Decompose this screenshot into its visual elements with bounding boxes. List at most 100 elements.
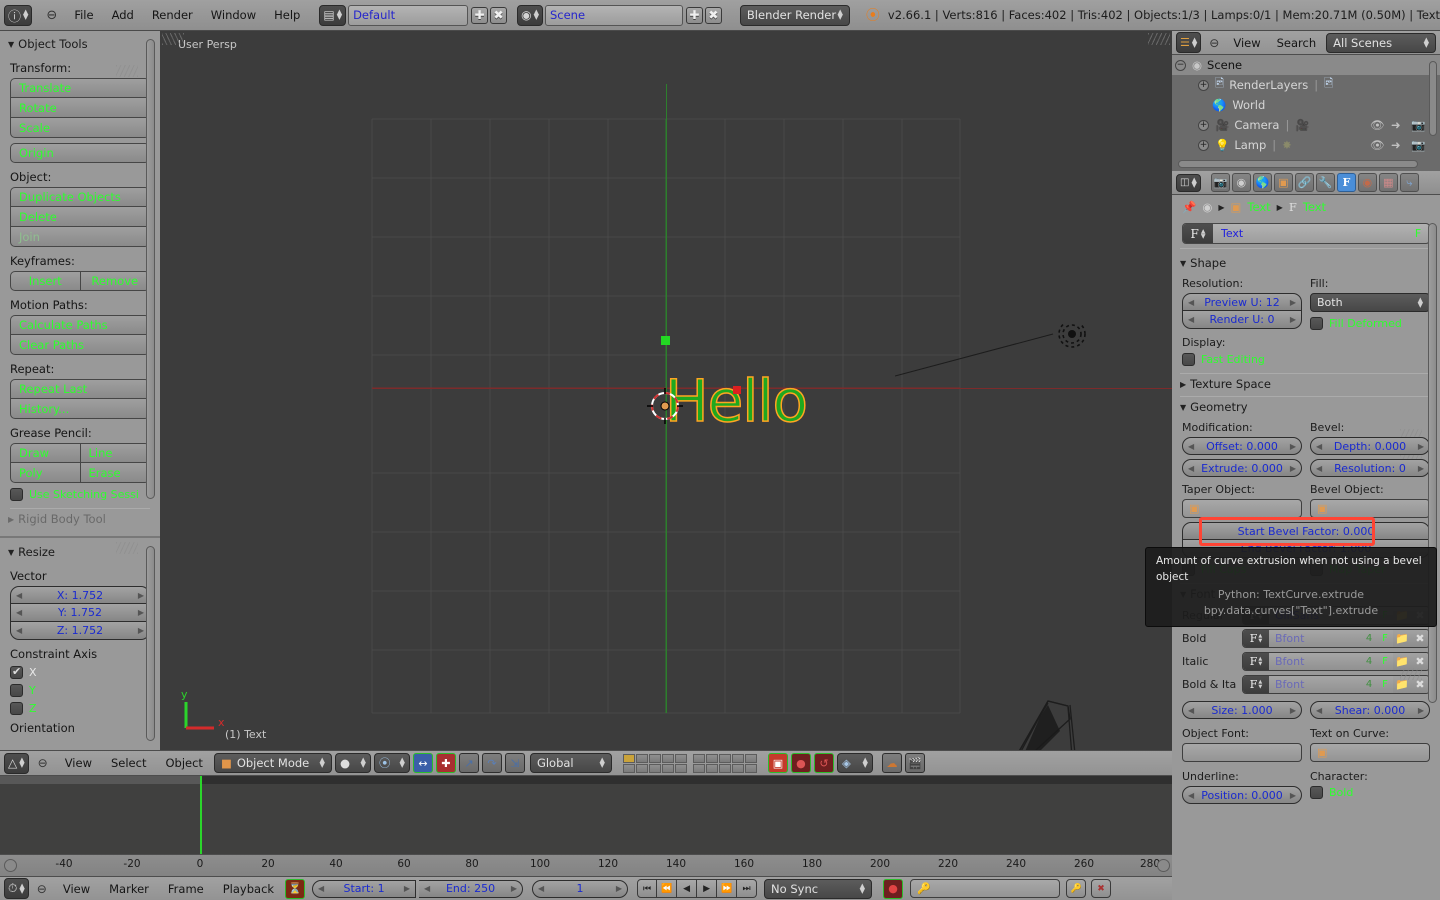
chevron-left-icon[interactable]: ◀ <box>1188 464 1194 473</box>
outliner-row-scene[interactable]: − ◉ Scene <box>1172 55 1440 75</box>
timeline-scroll-handle-left[interactable] <box>4 859 17 872</box>
font-fake-user-button[interactable]: F <box>1377 630 1393 647</box>
chevron-left-icon[interactable]: ◀ <box>16 626 22 635</box>
font-users-count[interactable]: 4 <box>1361 653 1377 670</box>
viewport-shading-selector[interactable]: ● ▲ ▼ <box>334 753 371 773</box>
rigid-body-tools-panel-header[interactable]: ▶ Rigid Body Tool <box>0 509 160 529</box>
resize-y-field[interactable]: ◀ Y: 1.752 ▶ <box>10 604 150 622</box>
timeline-horizontal-scroll-thumb[interactable] <box>0 776 202 784</box>
render-opengl-animation-button[interactable]: 🎬 <box>904 753 925 773</box>
chevron-right-icon[interactable]: ▶ <box>1290 315 1296 324</box>
layer-cell[interactable] <box>705 763 718 773</box>
layer-cell[interactable] <box>648 763 661 773</box>
timeline-menu-frame[interactable]: Frame <box>160 882 212 896</box>
restrict-view-icon[interactable]: 👁 <box>1370 118 1385 132</box>
viewport-corner-grip-right[interactable] <box>1148 33 1170 45</box>
scene-layers[interactable] <box>622 753 757 773</box>
snap-element-selector[interactable]: ◈ ▲ ▼ <box>836 753 873 773</box>
properties-scrollbar[interactable] <box>1428 223 1437 703</box>
viewport-menu-select[interactable]: Select <box>103 756 154 770</box>
datablock-type-icon[interactable]: F ▲ ▼ <box>1183 224 1213 243</box>
delete-keyframe-button[interactable]: ✖ <box>1091 879 1112 898</box>
menu-file[interactable]: File <box>65 0 102 31</box>
layer-cell[interactable] <box>744 753 757 763</box>
object-font-field[interactable] <box>1182 743 1302 762</box>
offset-field[interactable]: ◀ Offset: 0.000 ▶ <box>1182 437 1302 455</box>
lamp-data-icon[interactable]: ✸ <box>1282 138 1292 152</box>
duplicate-objects-button[interactable]: Duplicate Objects <box>10 187 150 207</box>
chevron-right-icon[interactable]: ▶ <box>1290 791 1296 800</box>
render-engine-selector[interactable]: Blender Render ▲ ▼ <box>739 4 850 26</box>
lock-to-scene-button[interactable]: ▣ <box>767 753 788 773</box>
insert-keyframe-button[interactable]: Insert <box>10 271 81 291</box>
layer-cell[interactable] <box>635 753 648 763</box>
outliner-editor[interactable]: ☰ ▲ ▼ ⊖ View Search All Scenes ▲ ▼ − ◉ Sce… <box>1172 31 1440 171</box>
previous-keyframe-button[interactable]: ⏪ <box>657 879 678 898</box>
chevron-left-icon[interactable]: ◀ <box>1188 791 1194 800</box>
resize-panel-scrollbar[interactable] <box>146 546 155 741</box>
use-preview-range-button[interactable]: ⏳ <box>285 878 306 899</box>
panel-resize-grip[interactable] <box>116 542 138 554</box>
scale-button[interactable]: Scale <box>10 118 150 138</box>
timeline-ruler[interactable]: -40 -20 0 20 40 60 80 100 120 140 160 18… <box>0 854 1172 876</box>
repeat-last-button[interactable]: Repeat Last <box>10 379 150 399</box>
text-on-curve-field[interactable]: ▣ <box>1310 743 1430 762</box>
constraint-axis-z-checkbox[interactable] <box>10 702 23 715</box>
tab-world[interactable]: 🌎 <box>1252 173 1272 192</box>
record-button[interactable]: ● <box>790 753 811 773</box>
collapse-icon[interactable]: − <box>1175 59 1186 71</box>
texture-space-panel-header[interactable]: ▶ Texture Space <box>1172 374 1440 394</box>
lamp-object[interactable] <box>895 324 1095 384</box>
end-frame-field[interactable]: ◀ End: 250 ▶ <box>419 879 524 898</box>
fill-deformed-checkbox[interactable] <box>1310 317 1323 330</box>
layer-cell[interactable] <box>692 753 705 763</box>
chevron-right-icon[interactable]: ▶ <box>1290 464 1296 473</box>
proportional-edit-button[interactable]: ↺ <box>813 753 834 773</box>
viewport-corner-grip[interactable] <box>162 33 184 45</box>
outliner-horizontal-scrollbar[interactable] <box>1178 160 1418 168</box>
layer-group-bottom[interactable] <box>692 753 757 773</box>
bevel-object-field[interactable]: ▣ <box>1310 499 1430 518</box>
remove-keyframe-button[interactable]: Remove <box>80 271 150 291</box>
chevron-left-icon[interactable]: ◀ <box>1316 442 1322 451</box>
object-tools-panel-header[interactable]: ▼ Object Tools <box>0 34 160 54</box>
restrict-render-icon[interactable]: 📷 <box>1411 138 1425 152</box>
origin-button[interactable]: Origin <box>10 143 150 163</box>
render-opengl-button[interactable]: ☁ <box>881 753 902 773</box>
panel-resize-grip[interactable] <box>116 65 138 77</box>
tab-object-data[interactable]: F <box>1336 173 1356 192</box>
rotate-manipulator-button[interactable]: ↗ <box>458 753 479 773</box>
expand-icon[interactable]: + <box>1198 79 1209 91</box>
resize-x-field[interactable]: ◀ X: 1.752 ▶ <box>10 586 150 604</box>
outliner-row-world[interactable]: 🌎 World <box>1172 95 1440 115</box>
restrict-select-icon[interactable]: ➜ <box>1391 138 1401 152</box>
restrict-render-icon[interactable]: 📷 <box>1411 118 1425 132</box>
panel-resize-grip[interactable] <box>1400 668 1422 680</box>
pin-icon[interactable]: 📌 <box>1182 200 1196 214</box>
tab-physics[interactable]: ⤷ <box>1399 173 1419 192</box>
font-users-count[interactable]: 4 <box>1361 630 1377 647</box>
pivot-point-selector[interactable]: ⦿ ▲ ▼ <box>373 753 410 773</box>
chevron-right-icon[interactable]: ▶ <box>138 626 144 635</box>
fill-mode-selector[interactable]: Both ▲ ▼ <box>1310 293 1430 312</box>
chevron-left-icon[interactable]: ◀ <box>1188 706 1194 715</box>
join-button[interactable]: Join <box>10 227 150 247</box>
camera-data-icon[interactable]: 🎥 <box>1295 118 1309 132</box>
outliner-menu-view[interactable]: View <box>1227 36 1266 50</box>
tab-modifiers[interactable]: 🔧 <box>1315 173 1335 192</box>
current-frame-field[interactable]: ◀ 1 ▶ <box>532 879 629 898</box>
gp-line-button[interactable]: Line <box>80 443 150 463</box>
font-size-field[interactable]: ◀ Size: 1.000 ▶ <box>1182 701 1302 719</box>
interaction-mode-selector[interactable]: ■ Object Mode ▲ ▼ <box>213 753 332 773</box>
y-axis-handle[interactable] <box>661 336 670 345</box>
layer-cell[interactable] <box>718 763 731 773</box>
play-button[interactable]: ▶ <box>697 879 718 898</box>
font-unlink-button[interactable]: ✖ <box>1411 630 1429 647</box>
chevron-left-icon[interactable]: ◀ <box>1188 315 1194 324</box>
constraint-axis-x-checkbox[interactable] <box>10 665 23 679</box>
layer-cell[interactable] <box>674 763 687 773</box>
chevron-right-icon[interactable]: ▶ <box>616 884 622 893</box>
outliner-row-camera[interactable]: + 🎥 Camera | 🎥 👁 ➜ 📷 <box>1172 115 1440 135</box>
chevron-right-icon[interactable]: ▶ <box>1290 442 1296 451</box>
preview-u-field[interactable]: ◀ Preview U: 12 ▶ <box>1182 293 1302 311</box>
